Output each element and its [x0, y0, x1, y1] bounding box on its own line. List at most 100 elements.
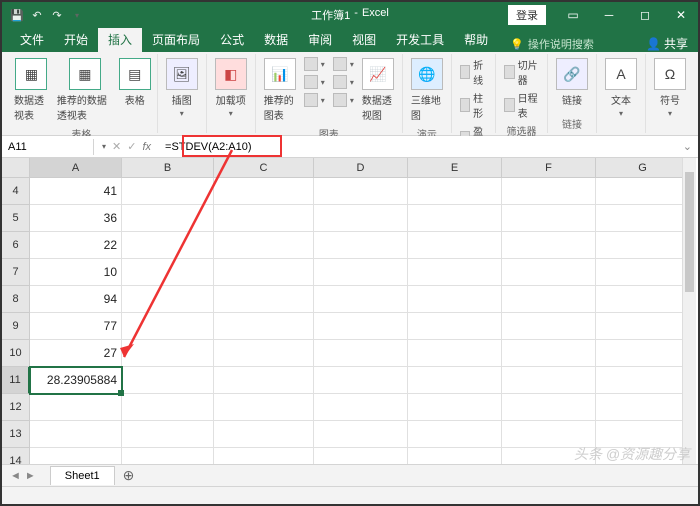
table-button[interactable]: ▤表格: [119, 56, 151, 109]
chart-type-3[interactable]: ▾: [302, 92, 327, 108]
tab-insert[interactable]: 插入: [98, 27, 142, 52]
cell-D5[interactable]: [314, 205, 408, 232]
symbol-button[interactable]: Ω符号▾: [652, 56, 688, 120]
fx-icon[interactable]: fx: [142, 141, 151, 153]
tab-developer[interactable]: 开发工具: [386, 27, 454, 52]
cell-A5[interactable]: 36: [30, 205, 122, 232]
recommended-charts-button[interactable]: 📊推荐的图表: [262, 56, 298, 124]
cell-G11[interactable]: [596, 367, 690, 394]
tab-view[interactable]: 视图: [342, 27, 386, 52]
cell-E4[interactable]: [408, 178, 502, 205]
qat-customize-icon[interactable]: ▾: [70, 8, 84, 22]
tell-me-search[interactable]: 💡 操作说明搜索: [510, 36, 594, 52]
column-header-G[interactable]: G: [596, 158, 690, 178]
cell-C6[interactable]: [214, 232, 314, 259]
row-header-13[interactable]: 13: [2, 421, 30, 448]
cell-G8[interactable]: [596, 286, 690, 313]
text-button[interactable]: A文本▾: [603, 56, 639, 120]
chart-type-6[interactable]: ▾: [331, 92, 356, 108]
column-header-D[interactable]: D: [314, 158, 408, 178]
cell-A10[interactable]: 27: [30, 340, 122, 367]
cell-G13[interactable]: [596, 421, 690, 448]
cell-F8[interactable]: [502, 286, 596, 313]
ribbon-options-icon[interactable]: ▭: [556, 2, 590, 28]
row-header-8[interactable]: 8: [2, 286, 30, 313]
cell-C10[interactable]: [214, 340, 314, 367]
column-header-A[interactable]: A: [30, 158, 122, 178]
cell-D12[interactable]: [314, 394, 408, 421]
cell-G7[interactable]: [596, 259, 690, 286]
cell-F10[interactable]: [502, 340, 596, 367]
sheet-nav-prev-icon[interactable]: ◄: [10, 470, 21, 482]
row-header-9[interactable]: 9: [2, 313, 30, 340]
cell-C5[interactable]: [214, 205, 314, 232]
cell-D8[interactable]: [314, 286, 408, 313]
cell-F4[interactable]: [502, 178, 596, 205]
undo-icon[interactable]: ↶: [30, 8, 44, 22]
tab-home[interactable]: 开始: [54, 27, 98, 52]
cell-G5[interactable]: [596, 205, 690, 232]
cell-F7[interactable]: [502, 259, 596, 286]
maximize-icon[interactable]: ◻: [628, 2, 662, 28]
scrollbar-thumb[interactable]: [685, 172, 694, 292]
cell-C12[interactable]: [214, 394, 314, 421]
cell-D4[interactable]: [314, 178, 408, 205]
cell-B13[interactable]: [122, 421, 214, 448]
cell-F12[interactable]: [502, 394, 596, 421]
tab-data[interactable]: 数据: [254, 27, 298, 52]
row-header-4[interactable]: 4: [2, 178, 30, 205]
cell-E11[interactable]: [408, 367, 502, 394]
cell-E8[interactable]: [408, 286, 502, 313]
save-icon[interactable]: 💾: [10, 8, 24, 22]
cell-F6[interactable]: [502, 232, 596, 259]
cell-G6[interactable]: [596, 232, 690, 259]
cell-A11[interactable]: 28.23905884: [30, 367, 122, 394]
cell-B10[interactable]: [122, 340, 214, 367]
namebox-dropdown-icon[interactable]: ▾: [102, 142, 106, 151]
cell-A9[interactable]: 77: [30, 313, 122, 340]
row-header-12[interactable]: 12: [2, 394, 30, 421]
timeline-button[interactable]: 日程表: [502, 89, 541, 121]
recommended-pivottable-button[interactable]: ▦推荐的数据透视表: [55, 56, 115, 124]
column-header-E[interactable]: E: [408, 158, 502, 178]
column-header-F[interactable]: F: [502, 158, 596, 178]
redo-icon[interactable]: ↷: [50, 8, 64, 22]
enter-formula-icon[interactable]: ✓: [127, 140, 136, 153]
row-header-11[interactable]: 11: [2, 367, 30, 394]
chart-type-1[interactable]: ▾: [302, 56, 327, 72]
cell-B9[interactable]: [122, 313, 214, 340]
cell-E7[interactable]: [408, 259, 502, 286]
formula-input[interactable]: =STDEV(A2:A10): [159, 139, 677, 155]
cell-E10[interactable]: [408, 340, 502, 367]
cancel-formula-icon[interactable]: ✕: [112, 140, 121, 153]
name-box[interactable]: A11: [2, 139, 94, 155]
cell-G9[interactable]: [596, 313, 690, 340]
login-button[interactable]: 登录: [508, 5, 546, 25]
cell-C8[interactable]: [214, 286, 314, 313]
chart-type-2[interactable]: ▾: [302, 74, 327, 90]
formula-expand-icon[interactable]: ⌄: [677, 140, 698, 153]
cell-A12[interactable]: [30, 394, 122, 421]
cell-C11[interactable]: [214, 367, 314, 394]
cell-E13[interactable]: [408, 421, 502, 448]
tab-file[interactable]: 文件: [10, 27, 54, 52]
close-icon[interactable]: ✕: [664, 2, 698, 28]
row-header-5[interactable]: 5: [2, 205, 30, 232]
tab-help[interactable]: 帮助: [454, 27, 498, 52]
3dmap-button[interactable]: 🌐三维地图: [409, 56, 445, 124]
select-all-corner[interactable]: [2, 158, 30, 178]
cell-D7[interactable]: [314, 259, 408, 286]
cell-E5[interactable]: [408, 205, 502, 232]
pivottable-button[interactable]: ▦数据透视表: [12, 56, 51, 124]
row-header-6[interactable]: 6: [2, 232, 30, 259]
chart-type-4[interactable]: ▾: [331, 56, 356, 72]
cell-B7[interactable]: [122, 259, 214, 286]
cell-B12[interactable]: [122, 394, 214, 421]
cell-A4[interactable]: 41: [30, 178, 122, 205]
cell-E6[interactable]: [408, 232, 502, 259]
row-header-10[interactable]: 10: [2, 340, 30, 367]
vertical-scrollbar[interactable]: [682, 158, 696, 464]
cell-D9[interactable]: [314, 313, 408, 340]
addins-button[interactable]: ◧加载项▾: [213, 56, 249, 120]
cell-B6[interactable]: [122, 232, 214, 259]
